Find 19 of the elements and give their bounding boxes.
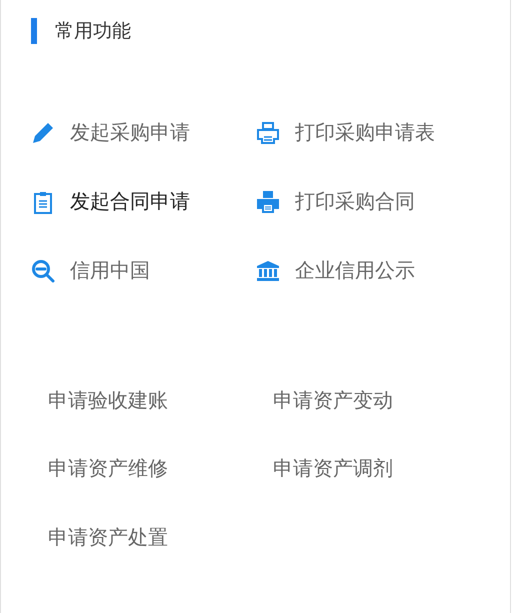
- bank-icon: [256, 258, 280, 282]
- shortcut-link[interactable]: 发起采购申请: [31, 98, 256, 167]
- shortcut-link[interactable]: 打印采购申请表: [256, 98, 481, 167]
- shortcut-link[interactable]: 信用中国: [31, 236, 256, 305]
- action-link[interactable]: 申请验收建账: [48, 366, 168, 434]
- pencil-icon: [31, 120, 55, 144]
- shortcut-link[interactable]: 企业信用公示: [256, 236, 481, 305]
- action-link[interactable]: 申请资产变动: [273, 366, 393, 434]
- printer-icon: [256, 190, 280, 214]
- clipboard-icon: [31, 190, 55, 214]
- action-link[interactable]: 申请资产调剂: [273, 434, 393, 503]
- action-link[interactable]: 申请资产处置: [48, 503, 168, 572]
- accent-bar: [31, 18, 37, 44]
- shortcut-link[interactable]: 发起合同申请: [31, 167, 256, 236]
- printer-icon: [256, 120, 280, 144]
- section-title: 常用功能: [55, 19, 131, 44]
- zoom-out-icon: [31, 258, 55, 282]
- shortcut-link[interactable]: 打印采购合同: [256, 167, 481, 236]
- action-link[interactable]: 申请资产维修: [48, 434, 168, 503]
